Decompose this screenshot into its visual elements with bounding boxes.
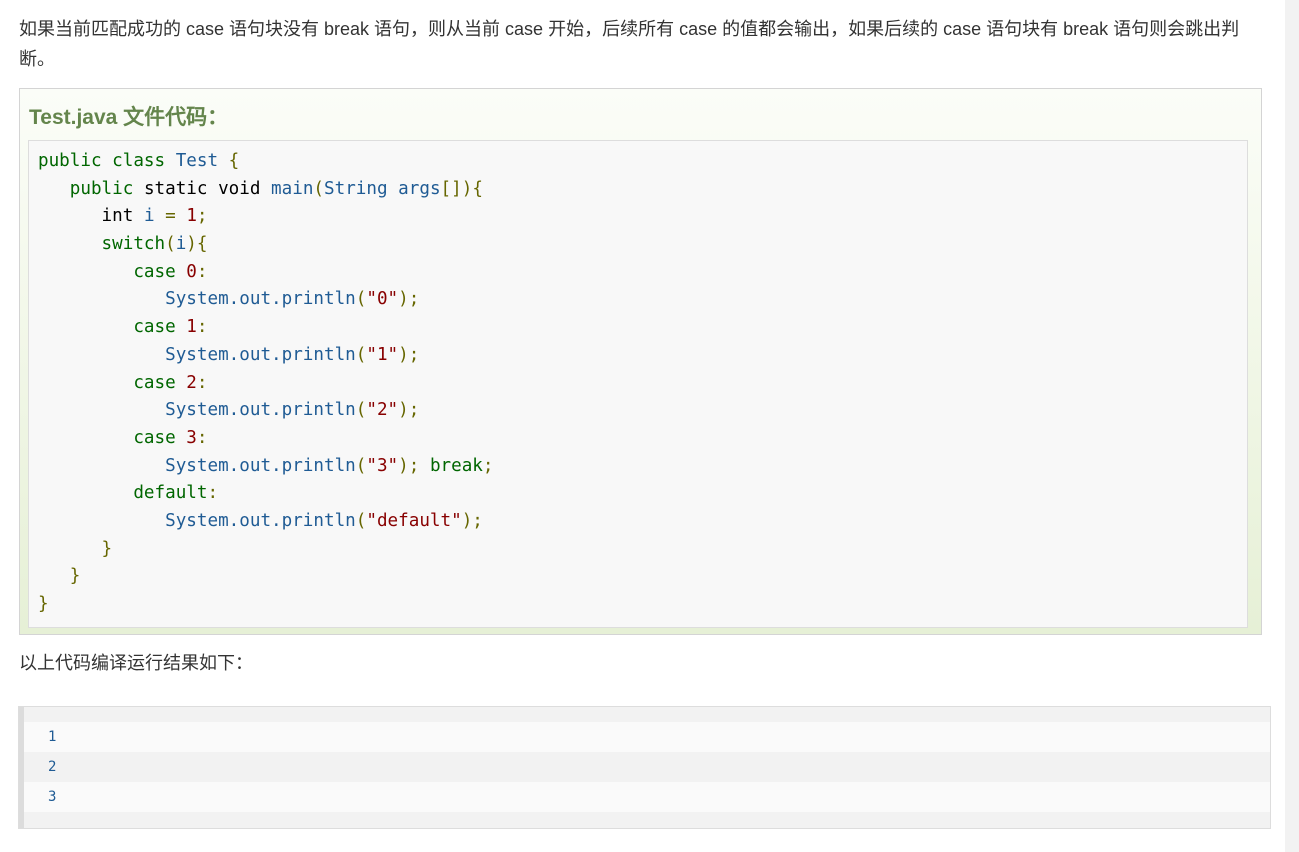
- code-token: :: [196, 427, 208, 448]
- code-line: public static void main(String args[]){: [38, 176, 494, 204]
- code-token: :: [196, 317, 208, 338]
- code-token: ;: [196, 206, 208, 227]
- code-token: i: [175, 234, 187, 255]
- code-token: public: [38, 178, 144, 199]
- code-token: "2": [366, 400, 399, 421]
- code-line: case 2:: [38, 370, 494, 398]
- code-token: }: [38, 566, 81, 587]
- code-line: default:: [38, 480, 494, 508]
- code-line: System.out.println("1");: [38, 342, 494, 370]
- code-token: );: [398, 455, 430, 476]
- code-token: =: [165, 206, 187, 227]
- code-token: (: [355, 344, 367, 365]
- code-line: case 0:: [38, 259, 494, 287]
- code-token: static void: [143, 178, 272, 199]
- code-token: String args: [324, 178, 441, 199]
- code-token: (: [313, 178, 325, 199]
- code-token: default: [38, 483, 208, 504]
- code-token: Test: [175, 151, 229, 171]
- code-token: case: [38, 261, 187, 282]
- code-line: System.out.println("3"); break;: [38, 453, 494, 481]
- code-token: 1: [186, 317, 197, 338]
- code-token: }: [38, 538, 113, 559]
- code-line: }: [38, 536, 494, 564]
- code-token: 0: [186, 261, 197, 282]
- code-token: main: [271, 178, 314, 199]
- output-line: 1: [24, 722, 1270, 752]
- code-line: System.out.println("2");: [38, 397, 494, 425]
- intro-paragraph: 如果当前匹配成功的 case 语句块没有 break 语句，则从当前 case …: [19, 19, 1240, 69]
- code-line: }: [38, 591, 494, 619]
- code-token: case: [38, 372, 187, 393]
- code-line: int i = 1;: [38, 203, 494, 231]
- code-token: int: [38, 206, 144, 227]
- code-token: "0": [366, 289, 399, 310]
- code-token: break: [429, 455, 483, 476]
- code-token: 3: [186, 427, 197, 448]
- code-token: :: [196, 372, 208, 393]
- code-line: System.out.println("0");: [38, 286, 494, 314]
- code-token: (: [355, 510, 367, 531]
- code-token: System.out.println: [38, 510, 356, 531]
- code-token: (: [355, 289, 367, 310]
- code-token: switch: [38, 234, 166, 255]
- output-block[interactable]: 123: [18, 706, 1271, 829]
- output-padding-row: [24, 812, 1270, 828]
- code-token: (: [355, 455, 367, 476]
- code-block[interactable]: public class Test { public static void m…: [28, 140, 1248, 628]
- page-scroll-gutter: [1285, 0, 1299, 852]
- code-token: "default": [366, 510, 462, 531]
- result-label: 以上代码编译运行结果如下：: [19, 653, 253, 673]
- code-example-box: Test.java 文件代码： public class Test { publ…: [19, 88, 1262, 635]
- code-token: (: [355, 400, 367, 421]
- code-line: }: [38, 563, 494, 591]
- code-example-title: Test.java 文件代码：: [29, 106, 229, 129]
- code-token: );: [398, 400, 420, 421]
- code-token: 2: [186, 372, 197, 393]
- code-token: case: [38, 427, 187, 448]
- code-token: :: [207, 483, 219, 504]
- output-line: 3: [24, 782, 1270, 812]
- code-token: System.out.println: [38, 400, 356, 421]
- code-token: ){: [186, 234, 208, 255]
- output-padding-row: [24, 707, 1270, 722]
- code-token: System.out.println: [38, 289, 356, 310]
- code-token: []){: [440, 178, 483, 199]
- code-token: :: [196, 261, 208, 282]
- code-line: System.out.println("default");: [38, 508, 494, 536]
- code-token: System.out.println: [38, 455, 356, 476]
- code-token: "3": [366, 455, 399, 476]
- code-token: {: [228, 151, 240, 171]
- code-token: public class: [38, 151, 176, 171]
- output-line: 2: [24, 752, 1270, 782]
- code-token: case: [38, 317, 187, 338]
- code-token: }: [38, 594, 49, 614]
- code-token: );: [398, 289, 420, 310]
- code-token: (: [165, 234, 176, 255]
- code-token: ;: [482, 455, 494, 476]
- code-token: );: [398, 344, 420, 365]
- code-line: case 1:: [38, 314, 494, 342]
- code-token: "1": [366, 344, 399, 365]
- code-line: case 3:: [38, 425, 494, 453]
- code-token: 1: [186, 206, 197, 227]
- code-token: i: [143, 206, 166, 227]
- code-token: );: [461, 510, 483, 531]
- code-token: System.out.println: [38, 344, 356, 365]
- code-line: public class Test {: [38, 148, 494, 176]
- code-line: switch(i){: [38, 231, 494, 259]
- code-listing: public class Test { public static void m…: [38, 148, 494, 619]
